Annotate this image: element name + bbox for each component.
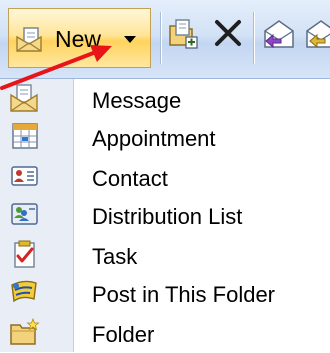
message-icon xyxy=(10,84,38,112)
post-icon xyxy=(11,280,37,303)
menu-item-label: Task xyxy=(92,244,138,269)
menu-item-message[interactable]: Message xyxy=(0,81,330,119)
reply-all-icon[interactable] xyxy=(303,17,330,51)
new-item-dropdown-menu: Message Appointment Contact Distribution… xyxy=(0,79,330,352)
move-to-folder-icon[interactable] xyxy=(167,17,201,51)
menu-item-appointment[interactable]: Appointment xyxy=(0,119,330,157)
toolbar-separator xyxy=(160,12,161,64)
menu-item-label: Post in This Folder xyxy=(92,282,276,307)
contact-icon xyxy=(11,166,38,186)
menu-item-label: Appointment xyxy=(92,126,216,151)
reply-icon[interactable] xyxy=(261,17,297,51)
folder-icon xyxy=(10,317,40,345)
appointment-icon xyxy=(12,123,38,149)
delete-icon[interactable] xyxy=(212,17,244,49)
menu-item-task[interactable]: Task xyxy=(0,237,330,275)
task-icon xyxy=(14,240,35,268)
menu-item-folder[interactable]: Folder xyxy=(0,315,330,353)
menu-item-contact[interactable]: Contact xyxy=(0,159,330,197)
new-item-icon xyxy=(16,27,42,52)
distribution-list-icon xyxy=(11,203,38,225)
menu-item-label: Message xyxy=(92,88,182,113)
toolbar-separator xyxy=(253,12,254,64)
menu-item-label: Distribution List xyxy=(92,204,243,229)
new-button-label: New xyxy=(55,26,102,52)
menu-item-distribution-list[interactable]: Distribution List xyxy=(0,197,330,235)
menu-item-post-in-this-folder[interactable]: Post in This Folder xyxy=(0,275,330,313)
menu-item-label: Folder xyxy=(92,322,155,347)
toolbar: New xyxy=(0,0,330,79)
new-button[interactable]: New xyxy=(8,8,151,68)
dropdown-caret-icon[interactable] xyxy=(124,36,136,43)
menu-item-label: Contact xyxy=(92,166,168,191)
